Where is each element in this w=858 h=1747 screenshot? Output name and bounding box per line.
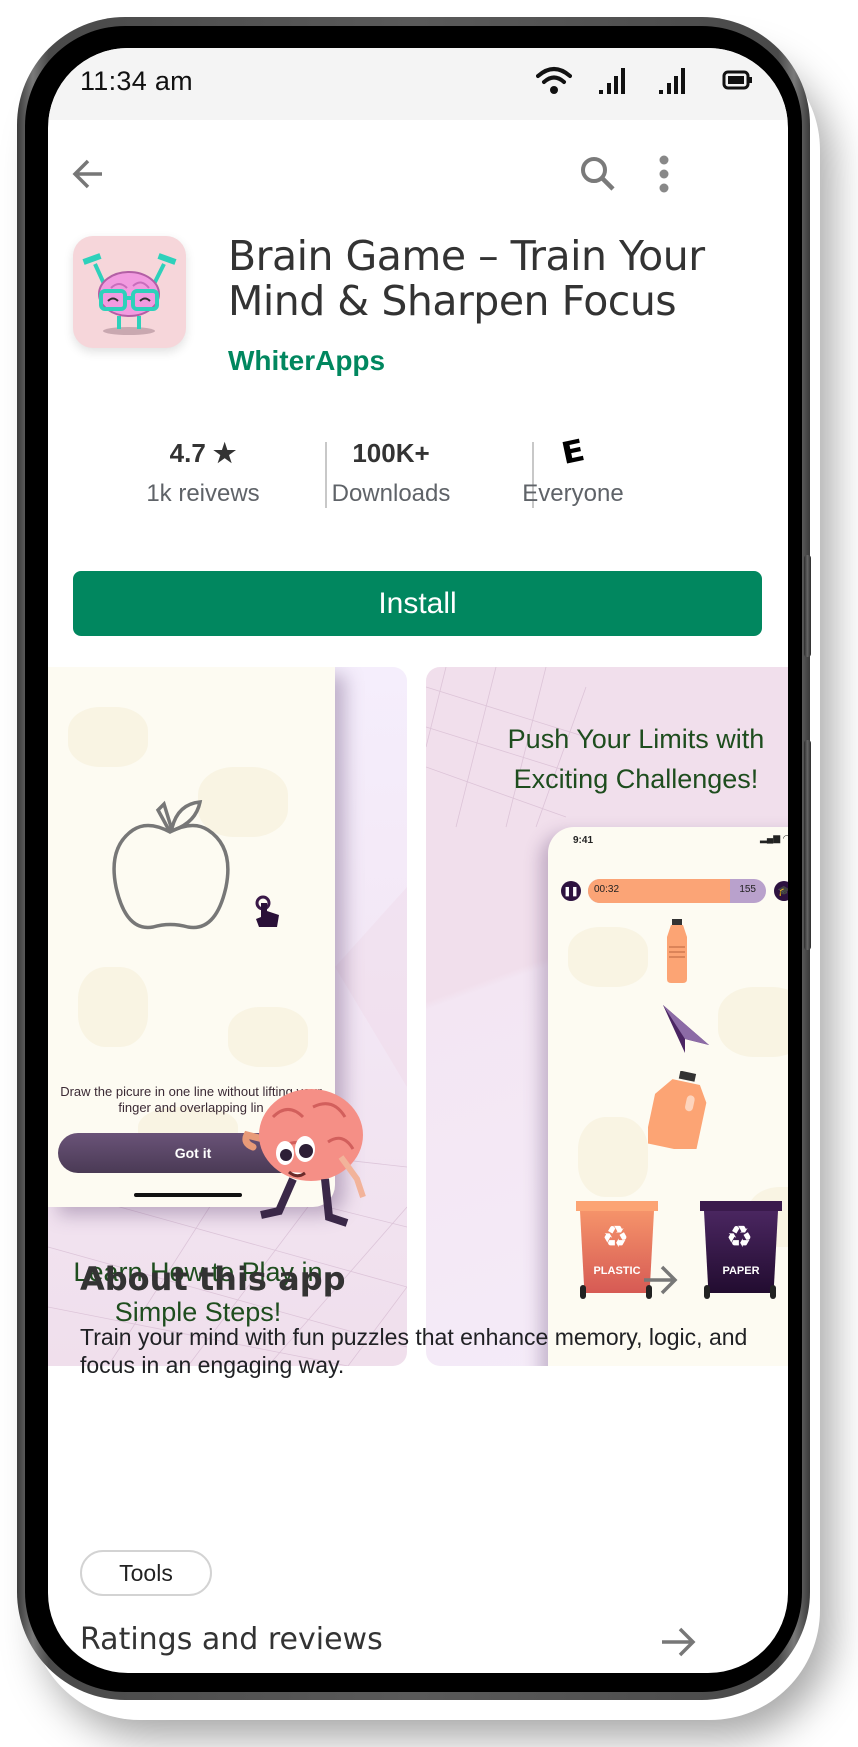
more-vertical-icon	[658, 155, 670, 198]
about-description: Train your mind with fun puzzles that en…	[80, 1324, 748, 1378]
tap-hand-icon	[255, 895, 279, 927]
plastic-jug-icon	[648, 1071, 707, 1149]
app-title: Brain Game – Train Your Mind & Sharpen F…	[228, 232, 705, 325]
wifi-icon	[536, 66, 572, 101]
ratings-arrow-button[interactable]	[658, 1622, 702, 1666]
timer-progress-bar: 00:32 155	[588, 879, 766, 903]
brain-lifting-dumbbells-icon	[82, 253, 177, 335]
arrow-right-icon	[658, 1627, 698, 1666]
signal-icon	[598, 66, 626, 101]
app-icon	[73, 236, 186, 348]
rating-number: 4.7	[169, 438, 206, 468]
about-arrow-button[interactable]	[640, 1260, 684, 1304]
search-icon	[579, 155, 617, 198]
phone-screen: 11:34 am Brain Game – Train Your Mind & …	[48, 48, 788, 1673]
plastic-bottle-icon	[667, 919, 687, 983]
content-rating-stat[interactable]: E Everyone	[498, 433, 648, 508]
downloads-label: Downloads	[331, 480, 451, 507]
ratings-title: Ratings and reviews	[80, 1622, 383, 1657]
status-bar: 11:34 am	[48, 48, 788, 120]
downloads-stat: 100K+ Downloads	[316, 436, 466, 508]
battery-icon	[722, 70, 754, 95]
esrb-everyone-icon: E	[498, 433, 648, 472]
about-title: About this app	[80, 1260, 346, 1298]
score-text: 155	[739, 884, 756, 895]
power-button	[804, 740, 811, 950]
paper-bin: ♻ PAPER	[700, 1201, 782, 1299]
signal-icon	[658, 66, 686, 101]
content-rating-label: Everyone	[522, 480, 624, 507]
apple-outline-icon	[112, 800, 230, 930]
brain-mascot-icon	[242, 1089, 366, 1227]
arrow-right-icon	[640, 1265, 680, 1304]
category-chip[interactable]: Tools	[80, 1550, 212, 1596]
rating-stat[interactable]: 4.7 ★ 1k reivews	[128, 436, 278, 508]
screenshot-card[interactable]: Push Your Limits with Exciting Challenge…	[426, 667, 788, 1366]
more-options-button[interactable]	[644, 155, 684, 198]
rating-value: 4.7 ★	[128, 436, 278, 470]
inner-status-time: 9:41	[573, 835, 594, 846]
install-button[interactable]: Install	[73, 571, 762, 636]
paper-plane-icon	[663, 1005, 709, 1053]
recycle-icon: ♻	[726, 1221, 753, 1254]
back-button[interactable]	[68, 156, 108, 196]
downloads-value: 100K+	[352, 438, 430, 468]
arrow-left-icon	[70, 156, 106, 197]
inner-status-icons: ▂▄▆ ◠ ▬	[760, 833, 788, 843]
reviews-count: 1k reivews	[146, 480, 260, 507]
search-button[interactable]	[578, 156, 618, 196]
recycle-icon: ♻	[602, 1221, 629, 1254]
developer-link[interactable]: WhiterApps	[228, 345, 385, 377]
star-icon: ★	[213, 438, 237, 468]
status-time: 11:34 am	[80, 66, 193, 96]
pause-icon: ❚❚	[561, 881, 581, 901]
esrb-letter: E	[558, 433, 588, 472]
home-indicator	[134, 1193, 242, 1197]
screenshot-caption: Push Your Limits with Exciting Challenge…	[507, 724, 765, 794]
bin-label: PAPER	[722, 1265, 760, 1277]
volume-button	[804, 555, 811, 657]
timer-text: 00:32	[594, 884, 620, 895]
graduation-cap-icon: 🎓	[774, 881, 788, 901]
